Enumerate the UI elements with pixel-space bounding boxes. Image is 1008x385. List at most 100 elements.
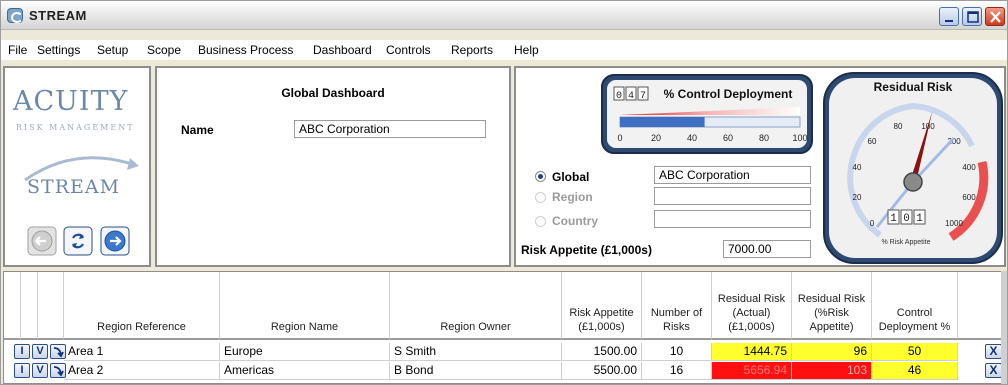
residual-tick-label: 20 [853, 193, 862, 202]
residual-digit-1: 1 [890, 213, 897, 225]
cell-region-name: Americas [220, 362, 390, 380]
title-bar: STREAM [1, 1, 1007, 30]
global-dashboard-panel: Global Dashboard Name ABC Corporation [155, 66, 511, 267]
control-tick-label: 100 [792, 133, 807, 143]
regions-table: Region Reference Region Name Region Owne… [3, 271, 1006, 384]
row-info-button[interactable]: I [14, 344, 30, 359]
menu-controls[interactable]: Controls [386, 43, 431, 57]
region-radio[interactable] [535, 192, 546, 203]
cell-residual-actual: 5656.94 [712, 362, 792, 380]
residual-tick-label: 40 [853, 163, 862, 172]
risk-appetite-field[interactable]: 7000.00 [723, 240, 811, 258]
header-number-of-risks[interactable]: Number of Risks [642, 272, 712, 340]
scope-panel: Global ABC Corporation Region Country Ri… [514, 66, 1006, 267]
residual-tick-label: 60 [868, 137, 877, 146]
window-title: STREAM [29, 8, 87, 23]
row-view-button[interactable]: V [32, 363, 48, 378]
drill-arrow-icon [53, 366, 64, 377]
header-action-3 [38, 272, 64, 340]
control-digit-3: 7 [640, 91, 646, 102]
residual-risk-gauge: Residual Risk 0204060801002004006001000 … [823, 72, 1003, 264]
acuity-tagline: RISK MANAGEMENT [16, 123, 135, 132]
cell-number-of-risks: 16 [642, 362, 712, 380]
back-arrow-icon [27, 226, 57, 256]
cell-control-deployment: 46 [872, 362, 958, 380]
residual-tick-label: 600 [962, 193, 976, 202]
refresh-icon [63, 226, 93, 256]
residual-tick-label: 0 [870, 219, 875, 228]
global-radio[interactable] [535, 171, 546, 182]
menu-reports[interactable]: Reports [451, 43, 493, 57]
drill-arrow-icon [53, 347, 64, 358]
control-tick-label: 60 [723, 133, 733, 143]
menu-scope[interactable]: Scope [147, 43, 181, 57]
header-control-deployment[interactable]: Control Deployment % [872, 272, 958, 340]
cell-region-reference: Area 1 [64, 343, 220, 361]
cell-region-owner: B Bond [390, 362, 562, 380]
residual-digit-2: 0 [903, 213, 910, 225]
global-field[interactable]: ABC Corporation [654, 166, 811, 184]
back-button[interactable] [27, 226, 57, 256]
header-risk-appetite[interactable]: Risk Appetite (£1,000s) [562, 272, 642, 340]
cell-region-owner: S Smith [390, 343, 562, 361]
cell-control-deployment: 50 [872, 343, 958, 361]
name-label: Name [181, 123, 214, 137]
control-digit-1: 0 [616, 91, 622, 102]
residual-tick-label: 400 [962, 163, 976, 172]
control-tick-label: 40 [687, 133, 697, 143]
header-action-2 [21, 272, 38, 340]
country-field[interactable] [654, 210, 811, 228]
control-tick-label: 20 [651, 133, 661, 143]
region-label: Region [552, 190, 593, 204]
cell-residual-pct: 103 [792, 362, 872, 380]
control-gauge-title: % Control Deployment [664, 87, 793, 101]
menu-help[interactable]: Help [514, 43, 539, 57]
row-view-button[interactable]: V [32, 344, 48, 359]
header-region-reference[interactable]: Region Reference [64, 272, 220, 340]
residual-gauge-caption: % Risk Appetite [881, 239, 930, 246]
cell-residual-actual: 1444.75 [712, 343, 792, 361]
header-action-1 [4, 272, 21, 340]
close-icon [990, 11, 1001, 23]
risk-appetite-label: Risk Appetite (£1,000s) [521, 243, 652, 257]
row-info-button[interactable]: I [14, 363, 30, 378]
forward-button[interactable] [100, 226, 130, 256]
maximize-icon [967, 11, 979, 23]
menu-file[interactable]: File [8, 43, 27, 57]
control-tick-label: 0 [617, 133, 622, 143]
minimize-button[interactable] [939, 7, 959, 26]
dashboard-title: Global Dashboard [281, 86, 385, 100]
control-tick-label: 80 [759, 133, 769, 143]
refresh-button[interactable] [63, 226, 93, 256]
cell-residual-pct: 96 [792, 343, 872, 361]
menu-bar: File Settings Setup Scope Business Proce… [1, 40, 1007, 60]
delete-row-button[interactable]: X [985, 363, 1002, 378]
menu-setup[interactable]: Setup [97, 43, 128, 57]
menu-settings[interactable]: Settings [37, 43, 80, 57]
menu-dashboard[interactable]: Dashboard [313, 43, 372, 57]
acuity-logo: ACUITY [13, 86, 129, 117]
residual-tick-label: 80 [894, 122, 903, 131]
header-region-owner[interactable]: Region Owner [390, 272, 562, 340]
control-deployment-gauge: 0 4 7 % Control Deployment 0 20 40 60 80 100 [601, 74, 813, 154]
menu-business-process[interactable]: Business Process [198, 43, 293, 57]
header-residual-actual[interactable]: Residual Risk (Actual) (£1,000s) [712, 272, 792, 340]
header-region-name[interactable]: Region Name [220, 272, 390, 340]
global-label: Global [552, 170, 590, 184]
stream-window: STREAM File Settings Setup Scope Busines… [0, 0, 1008, 385]
header-residual-pct[interactable]: Residual Risk (%Risk Appetite) [792, 272, 872, 340]
stream-logo: STREAM [27, 176, 121, 198]
vertical-scrollbar[interactable] [1001, 271, 1007, 384]
logo-panel: ACUITY RISK MANAGEMENT STREAM [3, 66, 151, 267]
control-deployment-fill [620, 117, 705, 127]
name-field[interactable]: ABC Corporation [294, 120, 486, 138]
country-radio[interactable] [535, 216, 546, 227]
country-label: Country [552, 214, 598, 228]
close-button[interactable] [985, 7, 1005, 26]
forward-arrow-icon [100, 226, 130, 256]
maximize-button[interactable] [962, 7, 982, 26]
region-field[interactable] [654, 187, 811, 205]
delete-row-button[interactable]: X [985, 344, 1002, 359]
cell-risk-appetite: 5500.00 [562, 362, 642, 380]
cell-risk-appetite: 1500.00 [562, 343, 642, 361]
